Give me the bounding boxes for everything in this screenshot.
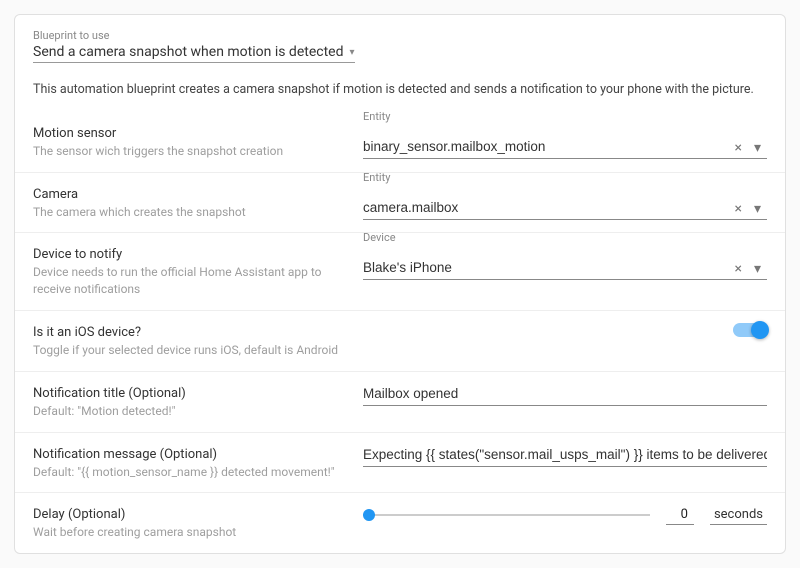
row-notification-message: Notification message (Optional) Default:… [15,433,785,494]
slider-thumb[interactable] [363,509,375,521]
toggle-knob [751,321,769,339]
row-camera: Camera The camera which creates the snap… [15,173,785,234]
notif-msg-sub: Default: "{{ motion_sensor_name }} detec… [33,464,343,481]
clear-icon[interactable]: × [728,201,747,217]
delay-unit: seconds [710,505,767,525]
camera-sub: The camera which creates the snapshot [33,204,343,221]
notification-message-input[interactable] [363,445,767,464]
blueprint-value: Send a camera snapshot when motion is de… [33,44,343,60]
row-delay: Delay (Optional) Wait before creating ca… [15,493,785,553]
chevron-down-icon[interactable]: ▾ [748,201,767,217]
notification-title-input[interactable] [363,384,767,403]
camera-title: Camera [33,187,343,202]
clear-icon[interactable]: × [728,140,747,156]
delay-value[interactable]: 0 [666,505,694,525]
row-ios-toggle: Is it an iOS device? Toggle if your sele… [15,311,785,372]
row-notification-title: Notification title (Optional) Default: "… [15,372,785,433]
motion-sensor-sub: The sensor wich triggers the snapshot cr… [33,143,343,160]
device-sub: Device needs to run the official Home As… [33,264,343,298]
blueprint-label: Blueprint to use [33,29,767,42]
notif-title-title: Notification title (Optional) [33,386,343,401]
camera-input[interactable] [363,198,728,217]
notif-msg-title: Notification message (Optional) [33,447,343,462]
motion-sensor-title: Motion sensor [33,126,343,141]
ios-title: Is it an iOS device? [33,325,713,340]
automation-config-card: Blueprint to use Send a camera snapshot … [14,14,786,554]
ios-toggle[interactable] [733,323,767,337]
notif-title-sub: Default: "Motion detected!" [33,403,343,420]
blueprint-select[interactable]: Send a camera snapshot when motion is de… [33,44,355,63]
clear-icon[interactable]: × [728,261,747,277]
blueprint-section: Blueprint to use Send a camera snapshot … [15,15,785,112]
delay-title: Delay (Optional) [33,507,343,522]
chevron-down-icon[interactable]: ▾ [748,261,767,277]
device-title: Device to notify [33,247,343,262]
motion-sensor-input[interactable] [363,137,728,156]
delay-slider[interactable] [363,514,650,516]
ios-sub: Toggle if your selected device runs iOS,… [33,342,713,359]
camera-field-label: Entity [363,171,728,184]
row-motion-sensor: Motion sensor The sensor wich triggers t… [15,112,785,173]
chevron-down-icon: ▾ [349,47,354,58]
chevron-down-icon[interactable]: ▾ [748,140,767,156]
device-field-label: Device [363,231,728,244]
device-input[interactable] [363,258,728,277]
delay-sub: Wait before creating camera snapshot [33,524,343,541]
blueprint-description: This automation blueprint creates a came… [33,81,767,100]
motion-sensor-field-label: Entity [363,110,728,123]
row-device: Device to notify Device needs to run the… [15,233,785,311]
